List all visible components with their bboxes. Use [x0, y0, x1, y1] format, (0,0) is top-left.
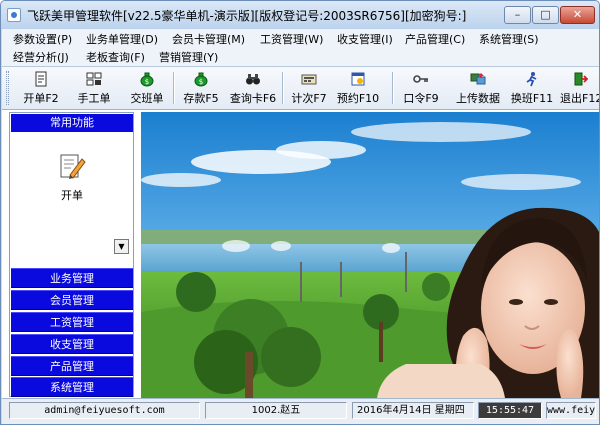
menu-item-products[interactable]: 产品管理(C): [405, 31, 465, 47]
menu-item-member-cards[interactable]: 会员卡管理(M): [172, 31, 245, 47]
sidebar-item-members[interactable]: 会员管理: [11, 290, 133, 310]
menu-item-boss-query[interactable]: 老板查询(F): [86, 49, 145, 65]
grid-icon: [86, 72, 102, 86]
money-bag-icon: $: [140, 72, 154, 87]
sidebar-shortcuts: 开单 ▼: [11, 133, 133, 267]
counter-icon: [301, 74, 317, 85]
document-icon: [35, 71, 47, 87]
app-icon: [7, 8, 21, 22]
menu-item-orders[interactable]: 业务单管理(D): [86, 31, 158, 47]
exit-label: 退出F12: [560, 92, 600, 105]
card-query-button[interactable]: 查询卡F6: [226, 69, 280, 107]
app-window: 飞跃美甲管理软件[v22.5豪华单机-演示版][版权登记号:2003SR6756…: [0, 0, 600, 425]
sidebar-scroll-down[interactable]: ▼: [114, 239, 129, 254]
shortcut-open-order-label: 开单: [61, 189, 83, 202]
status-user: 1002.赵五: [205, 402, 347, 419]
upload-data-button[interactable]: 上传数据: [450, 69, 506, 107]
minimize-button[interactable]: –: [504, 6, 531, 24]
card-query-label: 查询卡F6: [229, 92, 277, 105]
menu-item-finance[interactable]: 收支管理(I): [337, 31, 393, 47]
menu-item-params[interactable]: 参数设置(P): [13, 31, 72, 47]
deposit-label: 存款F5: [183, 92, 219, 105]
open-order-label: 开单F2: [23, 92, 59, 105]
menu-bar: 参数设置(P) 业务单管理(D) 会员卡管理(M) 工资管理(W) 收支管理(I…: [2, 29, 599, 66]
sidebar: 常用功能 开单 ▼ 业务管理 会员管理 工资管理 收支管理 产品管理 系统管理: [9, 112, 134, 397]
status-site: www.feiy: [546, 402, 596, 419]
sidebar-item-finance[interactable]: 收支管理: [11, 334, 133, 354]
manual-order-button[interactable]: 手工单: [70, 69, 118, 107]
open-order-button[interactable]: 开单F2: [18, 69, 64, 107]
password-label: 口令F9: [403, 92, 439, 105]
title-bar[interactable]: 飞跃美甲管理软件[v22.5豪华单机-演示版][版权登记号:2003SR6756…: [1, 1, 599, 29]
change-shift-button[interactable]: 换班F11: [508, 69, 556, 107]
toolbar-separator: [173, 72, 175, 104]
svg-text:$: $: [145, 78, 149, 86]
status-time: 15:55:47: [478, 402, 542, 419]
sidebar-item-products[interactable]: 产品管理: [11, 356, 133, 376]
count-label: 计次F7: [291, 92, 327, 105]
welcome-photo: [141, 112, 599, 398]
document-pencil-icon: [60, 154, 86, 179]
binoculars-icon: [246, 74, 260, 85]
upload-data-label: 上传数据: [456, 92, 500, 105]
main-area: 常用功能 开单 ▼ 业务管理 会员管理 工资管理 收支管理 产品管理 系统管理: [2, 110, 599, 398]
reservation-label: 预约F10: [336, 92, 380, 105]
exit-button[interactable]: 退出F12: [560, 69, 600, 107]
menu-item-analysis[interactable]: 经营分析(J): [13, 49, 69, 65]
shift-handover-button[interactable]: $ 交班单: [122, 69, 172, 107]
deposit-button[interactable]: $ 存款F5: [178, 69, 224, 107]
sidebar-item-system[interactable]: 系统管理: [11, 377, 133, 397]
status-date: 2016年4月14日 星期四: [352, 402, 474, 419]
password-button[interactable]: 口令F9: [398, 69, 444, 107]
manual-order-label: 手工单: [77, 92, 111, 105]
toolbar: 开单F2 手工单 $ 交班单 $ 存款F5 查询卡F6 计次F7 预约F10 口…: [2, 66, 599, 110]
menu-item-system[interactable]: 系统管理(S): [479, 31, 539, 47]
window-title: 飞跃美甲管理软件[v22.5豪华单机-演示版][版权登记号:2003SR6756…: [27, 9, 467, 23]
status-bar: admin@feiyuesoft.com 1002.赵五 2016年4月14日 …: [2, 398, 599, 424]
count-button[interactable]: 计次F7: [287, 69, 331, 107]
toolbar-grip[interactable]: [6, 71, 9, 105]
sidebar-item-wages[interactable]: 工资管理: [11, 312, 133, 332]
key-icon: [413, 75, 428, 83]
toolbar-separator: [392, 72, 394, 104]
shortcut-open-order[interactable]: 开单: [47, 151, 97, 203]
person-run-icon: [526, 72, 537, 87]
shift-handover-label: 交班单: [130, 92, 164, 105]
status-email: admin@feiyuesoft.com: [9, 402, 200, 419]
change-shift-label: 换班F11: [510, 92, 554, 105]
exit-icon: [574, 72, 588, 86]
reservation-button[interactable]: 预约F10: [335, 69, 381, 107]
maximize-button[interactable]: □: [532, 6, 559, 24]
money-bag-icon: $: [194, 72, 208, 87]
sidebar-item-business[interactable]: 业务管理: [11, 268, 133, 288]
upload-icon: [470, 73, 486, 85]
toolbar-separator: [282, 72, 284, 104]
calendar-icon: [351, 72, 365, 86]
menu-item-marketing[interactable]: 营销管理(Y): [159, 49, 218, 65]
svg-text:$: $: [199, 78, 203, 86]
sidebar-header[interactable]: 常用功能: [11, 114, 133, 132]
close-button[interactable]: ✕: [560, 6, 595, 24]
menu-item-wages[interactable]: 工资管理(W): [260, 31, 323, 47]
